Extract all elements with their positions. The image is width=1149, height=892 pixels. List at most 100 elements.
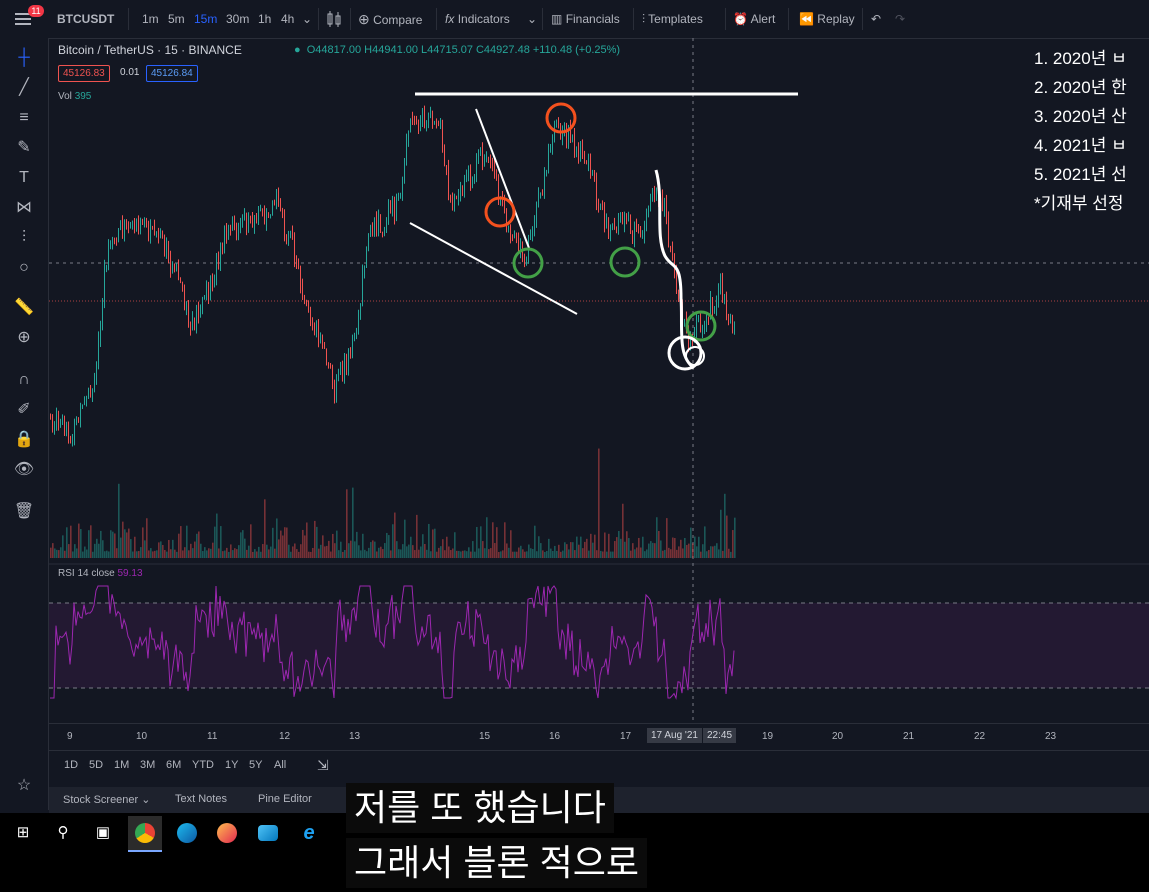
task-view-icon[interactable]: ▣ bbox=[86, 816, 120, 850]
chrome-icon[interactable] bbox=[128, 816, 162, 852]
search-icon[interactable]: ⚲ bbox=[46, 816, 80, 850]
app-icon[interactable] bbox=[251, 816, 285, 850]
chevron-down-icon[interactable]: ⌄ bbox=[527, 0, 537, 38]
volume-bar bbox=[162, 544, 164, 558]
volume-bar bbox=[488, 549, 490, 558]
timeframe-4h[interactable]: 4h bbox=[281, 0, 294, 38]
internet-explorer-icon[interactable]: e bbox=[292, 816, 326, 850]
range-ytd[interactable]: YTD bbox=[192, 759, 214, 771]
lock-icon[interactable]: 🔒 bbox=[10, 428, 38, 452]
volume-bar bbox=[408, 544, 410, 558]
lock-pencil-icon[interactable]: ✐ bbox=[10, 398, 38, 422]
volume-bar bbox=[170, 549, 172, 558]
volume-bar bbox=[730, 551, 732, 558]
range-6m[interactable]: 6M bbox=[166, 759, 181, 771]
volume-bar bbox=[456, 550, 458, 558]
pattern-icon[interactable]: ⋈ bbox=[10, 196, 38, 220]
range-1m[interactable]: 1M bbox=[114, 759, 129, 771]
volume-bar bbox=[128, 528, 130, 558]
brush-icon[interactable]: ✎ bbox=[10, 136, 38, 160]
volume-bar bbox=[182, 550, 184, 558]
magnet-icon[interactable]: ∩ bbox=[10, 368, 38, 392]
top-toolbar: 11 BTCUSDT 1m 5m 15m 30m 1h 4h ⌄ ⊕ Compa… bbox=[0, 0, 1149, 39]
time-axis[interactable]: 9 10 11 12 13 15 16 17 17 Aug '21 22:45 … bbox=[49, 723, 1149, 750]
tab-stock-screener[interactable]: Stock Screener ⌄ bbox=[63, 793, 150, 806]
volume-bar bbox=[418, 549, 420, 558]
volume-bar bbox=[654, 543, 656, 558]
range-3m[interactable]: 3M bbox=[140, 759, 155, 771]
templates-button[interactable]: ⫶ Templates bbox=[642, 0, 703, 38]
volume-bar bbox=[376, 551, 378, 558]
ask-price[interactable]: 45126.84 bbox=[146, 65, 198, 82]
zoom-in-icon[interactable]: ⊕ bbox=[10, 326, 38, 350]
range-5d[interactable]: 5D bbox=[89, 759, 103, 771]
range-1d[interactable]: 1D bbox=[64, 759, 78, 771]
volume-bar bbox=[80, 529, 82, 558]
volume-bar bbox=[254, 549, 256, 558]
symbol-search[interactable]: BTCUSDT bbox=[57, 0, 114, 38]
text-tool-icon[interactable]: T bbox=[10, 166, 38, 190]
range-all[interactable]: All bbox=[274, 759, 286, 771]
timeframe-30m[interactable]: 30m bbox=[226, 0, 249, 38]
volume-bar bbox=[358, 545, 360, 558]
chart-pane[interactable]: Bitcoin / TetherUS · 15 · BINANCE ● O448… bbox=[49, 38, 1149, 723]
financials-button[interactable]: ▥ Financials bbox=[551, 0, 620, 38]
timeframe-15m[interactable]: 15m bbox=[194, 0, 217, 38]
trend-line-icon[interactable]: ╱ bbox=[10, 76, 38, 100]
volume-bar bbox=[78, 523, 80, 558]
volume-bar bbox=[144, 540, 146, 558]
windows-start-icon[interactable]: ⊞ bbox=[6, 816, 40, 850]
volume-bar bbox=[234, 548, 236, 558]
ruler-icon[interactable]: 📏 bbox=[10, 296, 38, 320]
edge-icon[interactable] bbox=[170, 816, 204, 850]
alert-button[interactable]: ⏰ Alert bbox=[733, 0, 775, 38]
note-line: *기재부 선정 bbox=[1034, 194, 1124, 213]
redo-icon[interactable]: ↷ bbox=[895, 0, 905, 38]
volume-bar bbox=[480, 526, 482, 558]
range-5y[interactable]: 5Y bbox=[249, 759, 262, 771]
tab-text-notes[interactable]: Text Notes bbox=[175, 793, 227, 805]
forecast-icon[interactable]: ⫶ bbox=[10, 226, 38, 250]
volume-bar bbox=[278, 539, 280, 558]
alarm-clock-icon: ⏰ bbox=[733, 12, 748, 26]
volume-bar bbox=[250, 524, 252, 558]
undo-icon[interactable]: ↶ bbox=[871, 0, 881, 38]
compare-button[interactable]: ⊕ Compare bbox=[358, 0, 422, 38]
volume-bar bbox=[710, 546, 712, 558]
firefox-icon[interactable] bbox=[210, 816, 244, 850]
replay-button[interactable]: ⏪ Replay bbox=[799, 0, 855, 38]
volume-bar bbox=[368, 547, 370, 558]
symbol-title[interactable]: Bitcoin / TetherUS · 15 · BINANCE bbox=[58, 43, 242, 57]
volume-bar bbox=[98, 543, 100, 558]
chevron-down-icon[interactable]: ⌄ bbox=[302, 0, 312, 38]
volume-bar bbox=[484, 548, 486, 558]
timeframe-1h[interactable]: 1h bbox=[258, 0, 271, 38]
price-chart[interactable] bbox=[49, 38, 1149, 723]
fib-retracement-icon[interactable]: ≡ bbox=[10, 106, 38, 130]
volume-bar bbox=[608, 533, 610, 558]
volume-bar bbox=[576, 536, 578, 558]
volume-bar bbox=[508, 547, 510, 558]
volume-bar bbox=[92, 551, 94, 558]
date-range-bar: 1D 5D 1M 3M 6M YTD 1Y 5Y All ⇲ bbox=[49, 750, 1149, 781]
volume-bar bbox=[168, 539, 170, 558]
trash-icon[interactable]: 🗑 bbox=[10, 500, 38, 524]
range-1y[interactable]: 1Y bbox=[225, 759, 238, 771]
candle-style-icon[interactable] bbox=[326, 10, 342, 33]
shape-circle-icon[interactable]: ○ bbox=[10, 256, 38, 280]
timeframe-5m[interactable]: 5m bbox=[168, 0, 185, 38]
volume-bar bbox=[352, 487, 354, 558]
tab-pine-editor[interactable]: Pine Editor bbox=[258, 793, 312, 805]
volume-bar bbox=[100, 530, 102, 558]
goto-date-icon[interactable]: ⇲ bbox=[317, 757, 329, 774]
volume-bar bbox=[478, 548, 480, 558]
crosshair-icon[interactable]: ┼ bbox=[10, 46, 38, 70]
volume-bar bbox=[394, 512, 396, 558]
star-icon[interactable]: ☆ bbox=[10, 774, 38, 798]
bid-price[interactable]: 45126.83 bbox=[58, 65, 110, 82]
timeframe-1m[interactable]: 1m bbox=[142, 0, 159, 38]
volume-bar bbox=[242, 530, 244, 558]
eye-icon[interactable]: 👁 bbox=[10, 458, 38, 482]
volume-bar bbox=[568, 549, 570, 558]
indicators-button[interactable]: fx Indicators bbox=[445, 0, 510, 38]
